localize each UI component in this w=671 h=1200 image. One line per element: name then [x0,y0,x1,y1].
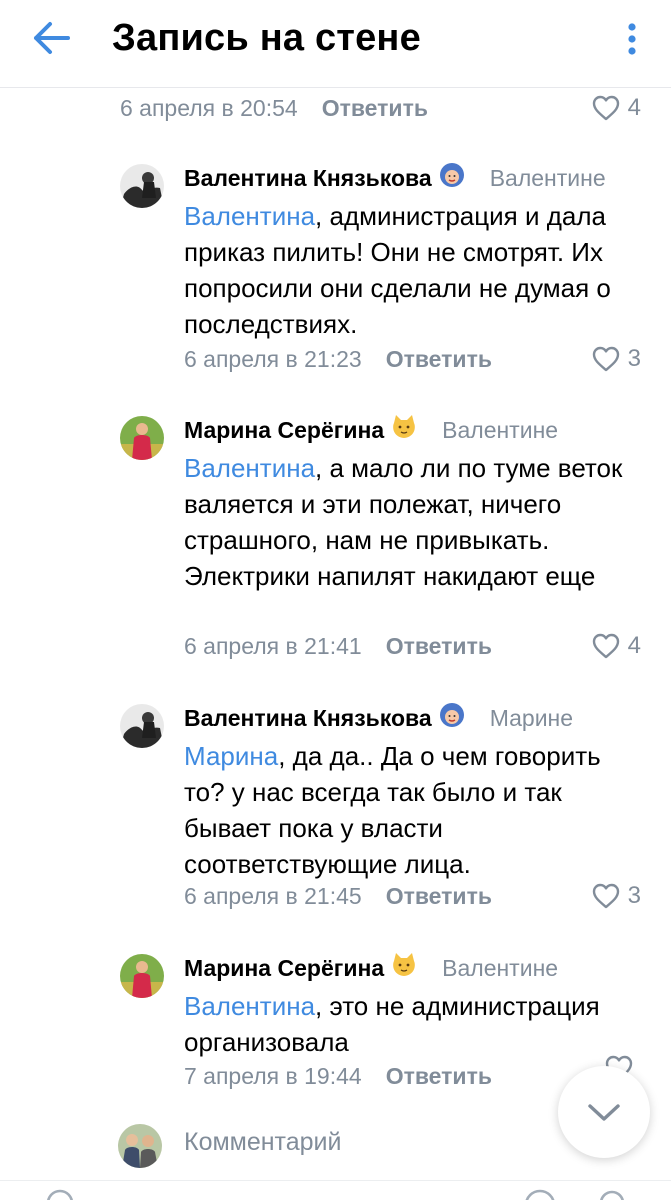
comment-time: 6 апреля в 21:23 [184,345,362,372]
comment-header: Валентина Князькова Валентине [184,158,644,198]
cat-emoji-icon [390,951,418,985]
comment-time: 7 апреля в 19:44 [184,1062,362,1089]
like-count: 4 [627,632,641,659]
comment-author[interactable]: Валентина Князькова [184,705,432,732]
comment-text: Марина, да да.. Да о чем говорить то? у … [184,738,644,882]
comment-text: Валентина, а мало ли по туме веток валяе… [184,450,644,594]
page-title: Запись на стене [112,17,421,59]
author-emoji-icon [438,161,466,195]
arrow-left-icon [34,22,70,54]
more-options-button[interactable] [619,14,645,62]
reply-button[interactable]: Ответить [386,346,492,373]
reply-to-label: Валентине [442,954,559,981]
more-vertical-icon [628,23,636,55]
comment-meta: 6 апреля в 21:23 Ответить [184,341,492,377]
comment-header: Марина Серёгина Валентине [184,410,644,450]
comment-input[interactable]: Комментарий [184,1128,341,1157]
comment-text: Валентина, администрация и дала приказ п… [184,198,644,342]
comment-time: 6 апреля в 20:54 [120,94,298,121]
heart-icon [592,883,619,909]
bottom-toolbar [0,1180,671,1200]
avatar[interactable] [120,954,164,998]
mention-link[interactable]: Валентина [184,201,315,231]
comment-meta: 6 апреля в 21:41 Ответить [184,628,492,664]
comment-time: 6 апреля в 21:45 [184,882,362,909]
chevron-down-icon [588,1104,620,1121]
like-button[interactable]: 3 [592,341,641,377]
like-button[interactable]: 4 [592,628,641,664]
reply-to-label: Марине [489,704,574,731]
reply-to-label: Валентине [489,164,606,191]
avatar [118,1124,162,1168]
like-button[interactable]: 3 [592,878,641,914]
comment-author[interactable]: Марина Серёгина [184,955,384,982]
comment-time: 6 апреля в 21:41 [184,632,362,659]
author-emoji-icon [438,701,466,735]
avatar[interactable] [120,704,164,748]
comment-header: Валентина Князькова Марине [184,698,644,738]
comment-body: Валентина Князькова Марине Марина, да да… [184,698,644,882]
mention-link[interactable]: Валентина [184,453,315,483]
comment-author[interactable]: Валентина Князькова [184,165,432,192]
comment-meta: 6 апреля в 21:45 Ответить [184,878,492,914]
back-button[interactable] [24,14,80,62]
comment-header: Марина Серёгина Валентине [184,948,644,988]
like-count: 3 [627,882,641,909]
reply-button[interactable]: Ответить [386,1063,492,1090]
comment-meta: 7 апреля в 19:44 Ответить [184,1058,492,1094]
reply-button[interactable]: Ответить [386,633,492,660]
like-count: 3 [627,345,641,372]
comment-body: Марина Серёгина Валентине Валентина, а м… [184,410,644,594]
app-header: Запись на стене [0,0,671,88]
like-button[interactable]: 4 [592,90,641,126]
reply-button[interactable]: Ответить [386,883,492,910]
reply-button[interactable]: Ответить [322,95,428,122]
comment-author[interactable]: Марина Серёгина [184,417,384,444]
comment-text: Валентина, это не администрация организо… [184,988,644,1060]
mention-link[interactable]: Валентина [184,991,315,1021]
cat-emoji-icon [390,413,418,447]
comment-meta: 6 апреля в 20:54 Ответить [120,90,428,126]
heart-icon [592,633,619,659]
heart-icon [592,95,619,121]
mention-link[interactable]: Марина [184,741,278,771]
scroll-down-button[interactable] [558,1066,650,1158]
like-count: 4 [627,94,641,121]
avatar[interactable] [120,416,164,460]
comment-body: Валентина Князькова Валентине Валентина,… [184,158,644,342]
comments-feed[interactable]: 6 апреля в 20:54 Ответить 4 Валентина Кн… [0,88,671,1168]
comment-body: Марина Серёгина Валентине Валентина, это… [184,948,644,1060]
avatar[interactable] [120,164,164,208]
heart-icon [592,346,619,372]
reply-to-label: Валентине [442,416,559,443]
